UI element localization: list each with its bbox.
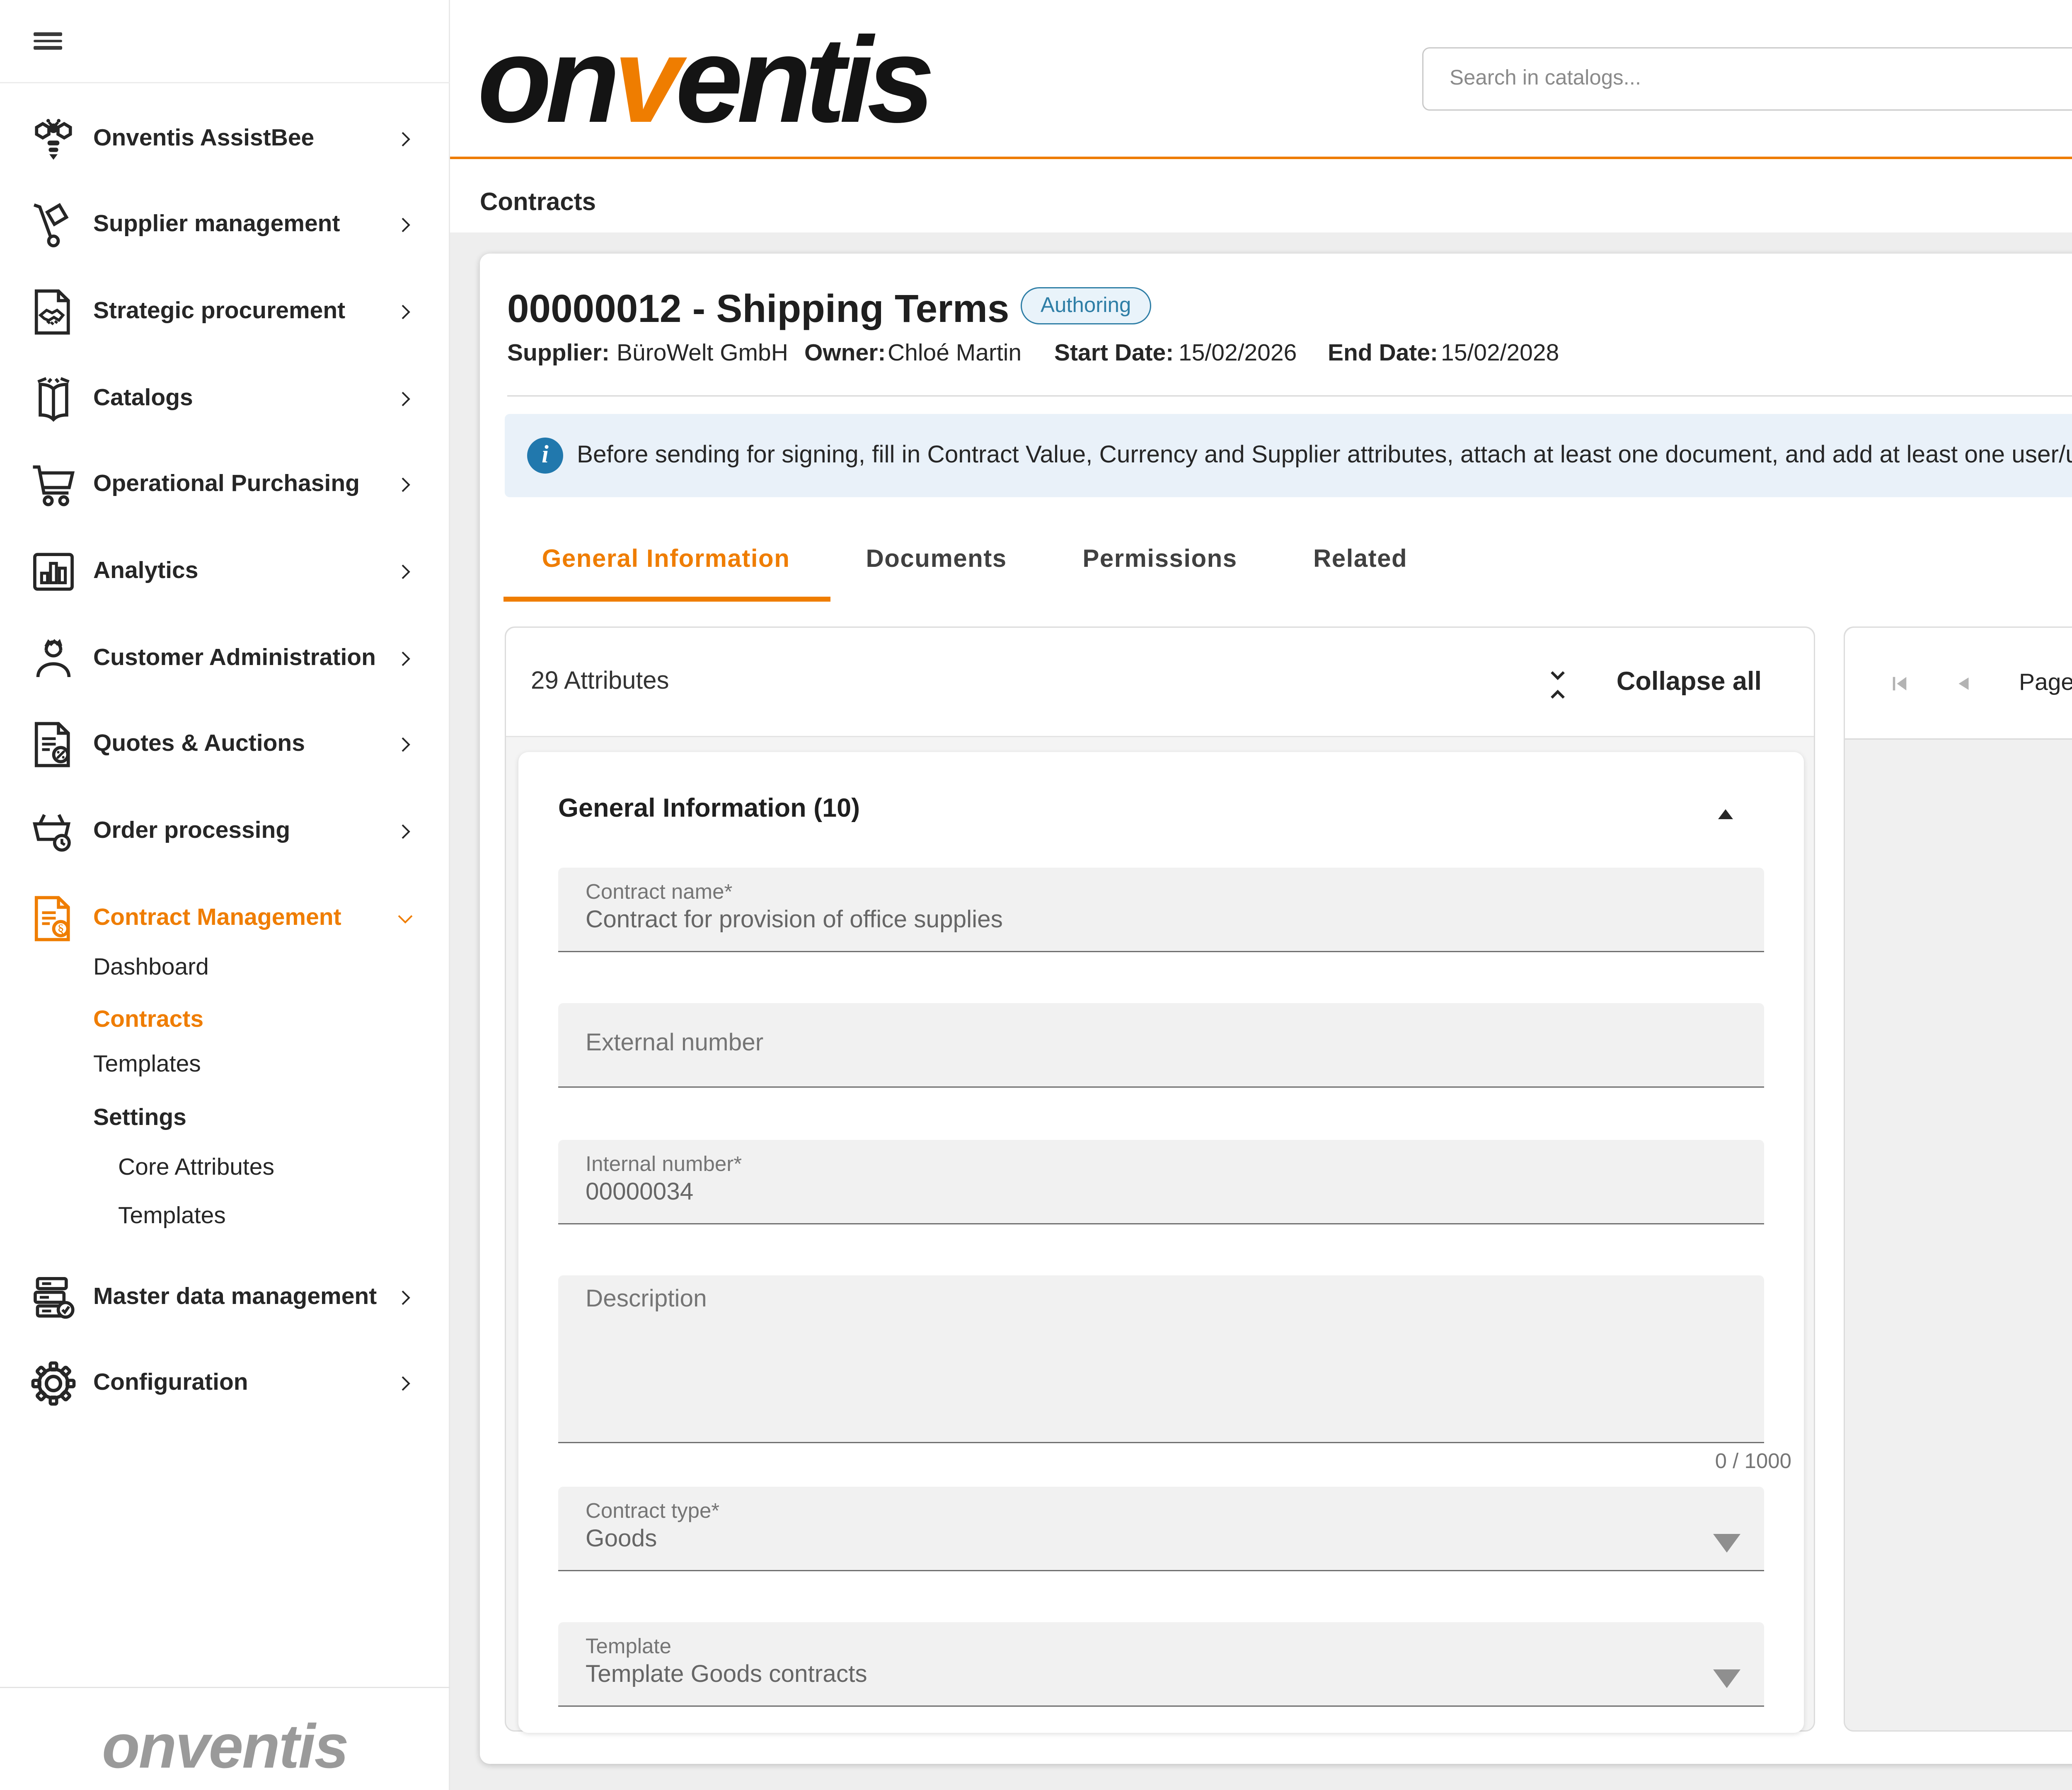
- svg-text:onventis: onventis: [102, 1720, 348, 1780]
- svg-text:onventis: onventis: [477, 15, 932, 129]
- svg-text:§: §: [57, 922, 64, 936]
